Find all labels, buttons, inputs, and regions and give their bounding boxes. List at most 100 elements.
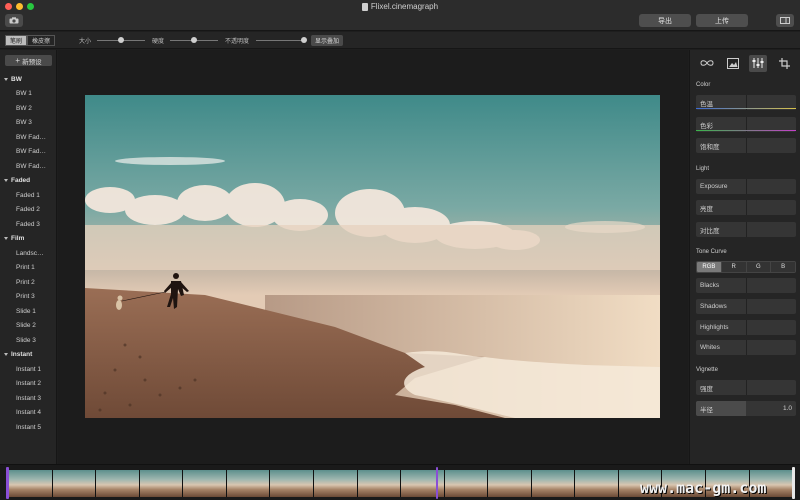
opacity-slider-knob[interactable]: [301, 37, 307, 43]
preset-item[interactable]: BW 2: [0, 101, 57, 116]
upload-button[interactable]: 上传: [696, 14, 748, 27]
highlights-slider[interactable]: Highlights: [696, 320, 796, 335]
preset-group-header[interactable]: Film: [0, 232, 57, 247]
vignette-radius-slider[interactable]: 半径 1.0: [696, 401, 796, 416]
cinemagraph-preview[interactable]: [85, 95, 660, 418]
size-slider-knob[interactable]: [118, 37, 124, 43]
tab-loop[interactable]: [698, 55, 716, 72]
adjustments-panel: Color 色温 色彩 饱和度 Light Exposure 亮度 对比度 To…: [689, 50, 800, 464]
tab-adjust[interactable]: [749, 54, 768, 72]
disclosure-triangle-icon: [4, 179, 8, 183]
preset-item[interactable]: BW Fad…: [0, 130, 57, 145]
timeline-frame-thumbnail: [488, 470, 532, 497]
preset-list: BW BW 1 BW 2 BW 3 BW Fad… BW Fad… BW Fad… Faded…: [0, 72, 57, 435]
blacks-slider[interactable]: Blacks: [696, 278, 796, 293]
highlights-label: Highlights: [700, 324, 729, 331]
close-window-button[interactable]: [5, 3, 12, 10]
preset-item[interactable]: Instant 3: [0, 391, 57, 406]
preset-item[interactable]: BW 1: [0, 87, 57, 102]
window-title: Flixel.cinemagraph: [340, 2, 460, 11]
preset-item[interactable]: Faded 2: [0, 203, 57, 218]
preset-item[interactable]: Slide 1: [0, 304, 57, 319]
whites-slider[interactable]: Whites: [696, 340, 796, 355]
contrast-slider[interactable]: 对比度: [696, 222, 796, 237]
zoom-window-button[interactable]: [27, 3, 34, 10]
preset-item[interactable]: BW Fad…: [0, 145, 57, 160]
preset-item[interactable]: Print 1: [0, 261, 57, 276]
light-section-title: Light: [696, 166, 710, 172]
preset-item[interactable]: Landsc…: [0, 246, 57, 261]
preset-group-header[interactable]: Instant: [0, 348, 57, 363]
sliders-icon: [752, 58, 764, 68]
shadows-slider[interactable]: Shadows: [696, 299, 796, 314]
timeline-frame-thumbnail: [183, 470, 227, 497]
preset-item[interactable]: BW 3: [0, 116, 57, 131]
brightness-slider[interactable]: 亮度: [696, 200, 796, 215]
panel-toggle-icon: [780, 17, 790, 24]
export-button[interactable]: 导出: [639, 14, 691, 27]
preset-item[interactable]: Print 3: [0, 290, 57, 305]
preset-group-header[interactable]: BW: [0, 72, 57, 87]
new-preset-button[interactable]: + 新预设: [5, 55, 52, 66]
slider-center-mark: [746, 320, 747, 335]
show-overlay-button[interactable]: 显示叠加: [311, 35, 344, 46]
eraser-mode-button[interactable]: 橡皮擦: [27, 35, 56, 46]
preset-item[interactable]: Slide 3: [0, 333, 57, 348]
vignette-section-title: Vignette: [696, 367, 718, 373]
curve-channel-b[interactable]: B: [771, 262, 795, 272]
disclosure-triangle-icon: [4, 237, 8, 241]
preset-item[interactable]: Faded 3: [0, 217, 57, 232]
panel-toggle-button[interactable]: [776, 14, 794, 27]
timeline-frame-thumbnail: [52, 470, 97, 497]
whites-label: Whites: [700, 344, 720, 351]
preset-item[interactable]: Instant 4: [0, 406, 57, 421]
vignette-strength-slider[interactable]: 强度: [696, 380, 796, 395]
preset-item[interactable]: Print 2: [0, 275, 57, 290]
saturation-slider[interactable]: 饱和度: [696, 138, 796, 153]
vignette-radius-label: 半径: [700, 406, 713, 414]
timeline-end-handle[interactable]: [792, 467, 795, 499]
preset-group-header[interactable]: Faded: [0, 174, 57, 189]
image-icon: [726, 57, 739, 69]
tint-slider[interactable]: 色彩: [696, 117, 796, 132]
timeline-frame-thumbnail: [575, 470, 619, 497]
tint-label: 色彩: [700, 122, 713, 130]
exposure-slider[interactable]: Exposure: [696, 179, 796, 194]
window-title-text: Flixel.cinemagraph: [370, 2, 439, 11]
preset-item[interactable]: Faded 1: [0, 188, 57, 203]
new-preset-label: 新预设: [22, 58, 42, 66]
saturation-label: 饱和度: [700, 143, 720, 151]
brush-mode-button[interactable]: 笔刷: [5, 35, 28, 46]
brush-mode-toggle: 笔刷 橡皮擦: [5, 35, 56, 46]
preset-item[interactable]: Instant 2: [0, 377, 57, 392]
slider-center-mark: [746, 138, 747, 153]
minimize-window-button[interactable]: [16, 3, 23, 10]
curve-channel-rgb[interactable]: RGB: [697, 262, 722, 272]
disclosure-triangle-icon: [4, 77, 8, 81]
temperature-slider[interactable]: 色温: [696, 95, 796, 110]
timeline-start-handle[interactable]: [6, 467, 9, 499]
preset-item[interactable]: BW Fad…: [0, 159, 57, 174]
preset-group-label: BW: [11, 75, 22, 83]
preset-item[interactable]: Instant 5: [0, 420, 57, 435]
timeline-playhead[interactable]: [436, 467, 438, 499]
slider-center-mark: [746, 278, 747, 293]
curve-channel-r[interactable]: R: [721, 262, 747, 272]
curve-channel-g[interactable]: G: [746, 262, 772, 272]
tab-image[interactable]: [724, 55, 742, 72]
timeline-frame-thumbnail: [444, 470, 489, 497]
size-label: 大小: [79, 39, 92, 45]
opacity-slider[interactable]: [256, 40, 304, 41]
preset-item[interactable]: Instant 1: [0, 362, 57, 377]
blacks-label: Blacks: [700, 282, 720, 289]
contrast-label: 对比度: [700, 227, 720, 235]
preset-item[interactable]: Slide 2: [0, 319, 57, 334]
tab-crop[interactable]: [775, 55, 793, 72]
beach-photo: [85, 95, 660, 418]
panel-tabs: [694, 54, 797, 72]
slider-center-mark: [746, 222, 747, 237]
hardness-slider-knob[interactable]: [191, 37, 197, 43]
brush-toolbar: 笔刷 橡皮擦 大小 硬度 不透明度 显示叠加: [0, 32, 800, 49]
crop-icon: [778, 57, 790, 69]
camera-button[interactable]: [5, 14, 23, 27]
